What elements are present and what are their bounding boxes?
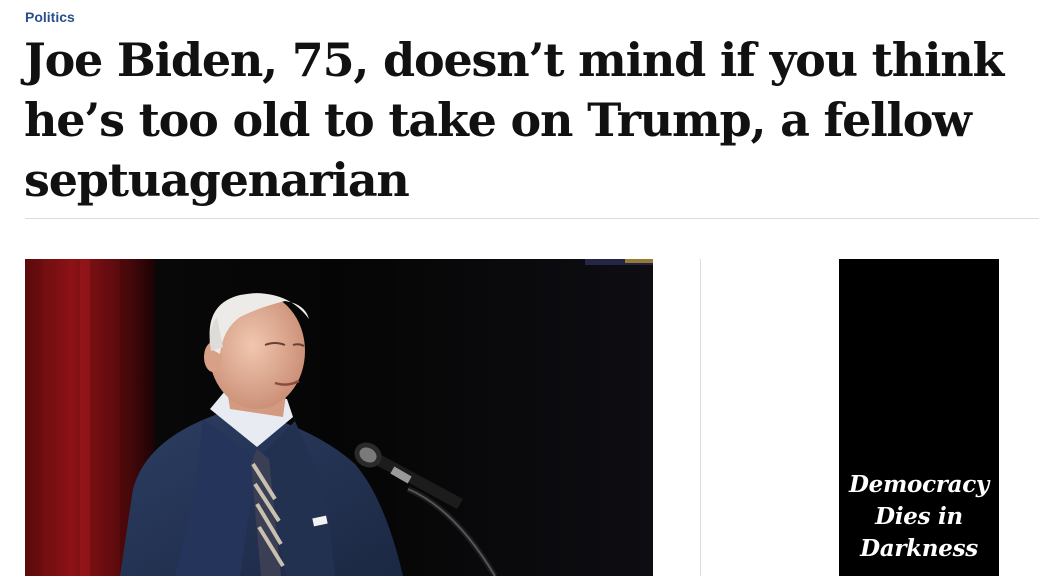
section-link-politics[interactable]: Politics [25,8,75,26]
promo-slogan: Democracy Dies in Darkness [839,469,999,565]
column-divider [700,259,701,576]
promo-line-1: Democracy [849,471,989,498]
article-headline: Joe Biden, 75, doesn’t mind if you think… [24,33,1004,207]
promo-line-2: Dies in [875,503,963,530]
promo-line-3: Darkness [860,535,978,562]
headline-divider [25,218,1039,219]
democracy-dies-in-darkness-promo[interactable]: Democracy Dies in Darkness [839,259,999,576]
article-lead-photo[interactable] [25,259,653,576]
